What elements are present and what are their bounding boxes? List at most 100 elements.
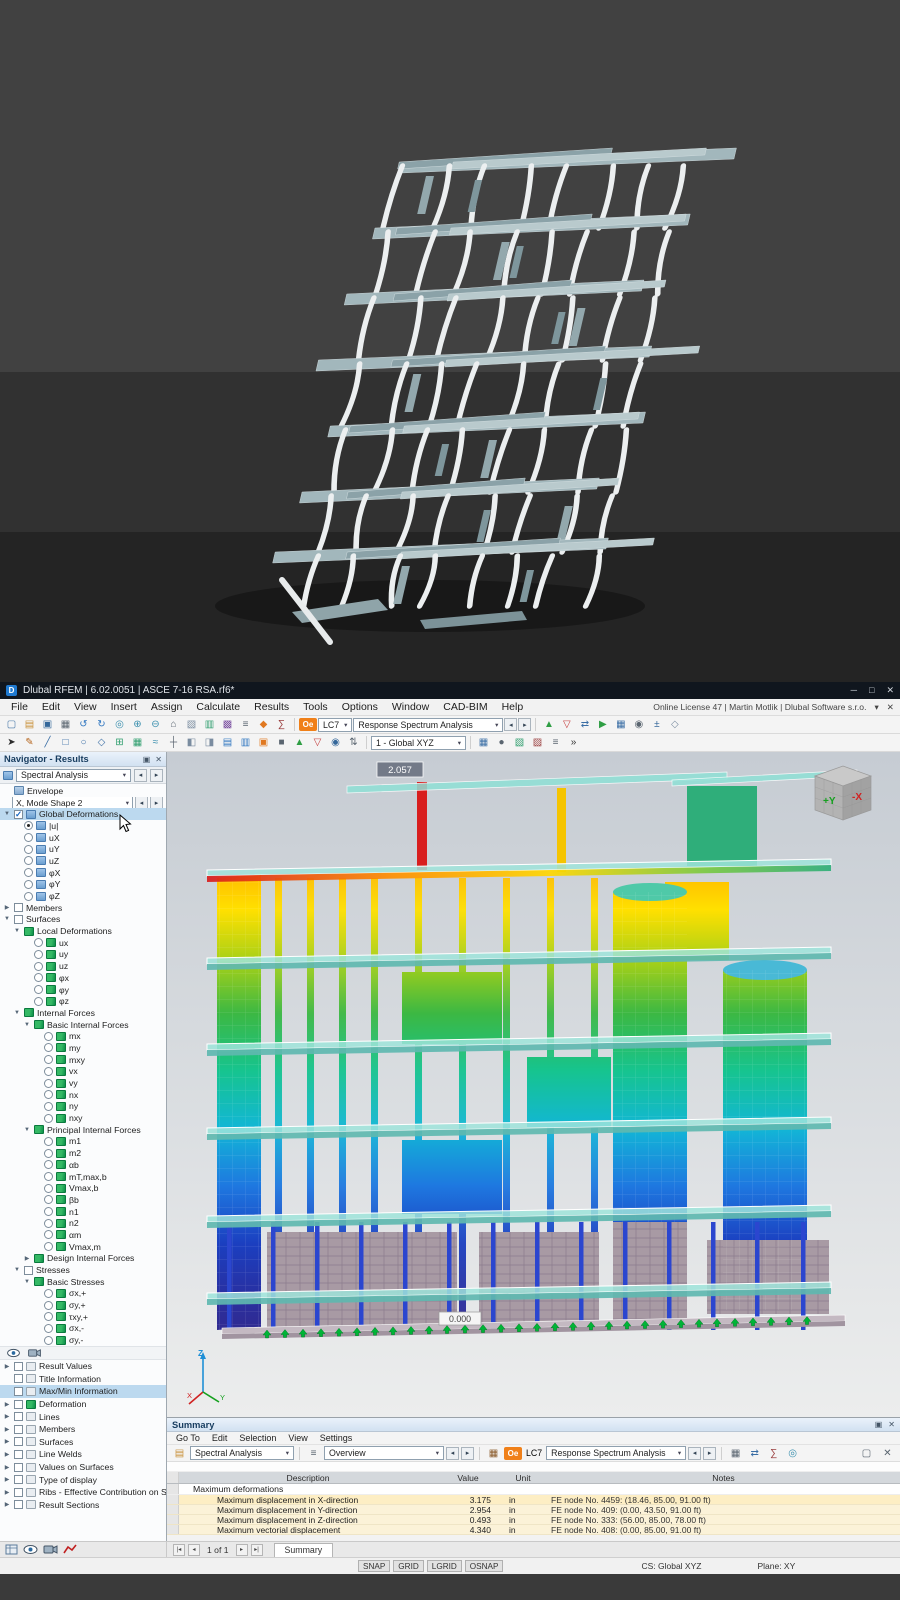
radio-button[interactable]	[24, 868, 33, 878]
radio-button[interactable]	[24, 879, 33, 889]
radio-button[interactable]	[44, 1312, 53, 1322]
tree-item-my[interactable]: my	[0, 1042, 166, 1054]
expand-icon[interactable]: ▶	[3, 1464, 11, 1471]
tree-item-mx[interactable]: mx	[0, 1030, 166, 1042]
radio-button[interactable]	[44, 1172, 53, 1182]
tree-item-m2[interactable]: m2	[0, 1147, 166, 1159]
insert-node-icon[interactable]: ⊞	[111, 735, 128, 750]
tree-item-vmax-m[interactable]: Vmax,m	[0, 1241, 166, 1253]
tables-icon[interactable]: ▥	[201, 717, 218, 732]
radio-button[interactable]	[34, 938, 43, 948]
summary-menu-selection[interactable]: Selection	[234, 1433, 281, 1443]
more-icon[interactable]: »	[565, 735, 582, 750]
summary-menu-edit[interactable]: Edit	[207, 1433, 233, 1443]
tree-item-basic-internal-forces[interactable]: ▼ Basic Internal Forces	[0, 1019, 166, 1031]
result-type-combo[interactable]: Spectral Analysis ▾	[16, 768, 131, 782]
zoom-in-icon[interactable]: ⊕	[129, 717, 146, 732]
tree-item-type-of-display[interactable]: ▶ Type of display	[0, 1473, 166, 1486]
radio-button[interactable]	[44, 1055, 53, 1065]
menubar-close-icon[interactable]: ✕	[887, 702, 894, 713]
tree-item--y-[interactable]: σy,-	[0, 1334, 166, 1346]
envelope-color-icon[interactable]: ▦	[485, 1446, 502, 1461]
new-model-icon[interactable]: ▢	[3, 717, 20, 732]
summary-analysis-combo[interactable]: Spectral Analysis ▾	[190, 1446, 294, 1460]
tree-item-principal-internal-forces[interactable]: ▼ Principal Internal Forces	[0, 1124, 166, 1136]
views-camera-icon[interactable]	[43, 1544, 58, 1555]
checkbox[interactable]	[14, 1449, 23, 1459]
tree-item-ny[interactable]: ny	[0, 1101, 166, 1113]
menu-view[interactable]: View	[67, 700, 104, 714]
menu-window[interactable]: Window	[385, 700, 436, 714]
summary-menu-goto[interactable]: Go To	[171, 1433, 205, 1443]
render-mode-icon[interactable]: ▧	[183, 717, 200, 732]
checkbox[interactable]	[24, 1265, 33, 1275]
workplane-yz-icon[interactable]: ◨	[201, 735, 218, 750]
radio-button[interactable]	[44, 1242, 53, 1252]
tree-item-m1[interactable]: m1	[0, 1136, 166, 1148]
radio-button[interactable]	[44, 1066, 53, 1076]
first-page-button[interactable]: |◂	[173, 1543, 185, 1556]
draw-circle-icon[interactable]: ○	[75, 735, 92, 750]
checkbox[interactable]	[14, 1399, 23, 1409]
radio-button[interactable]	[34, 973, 43, 983]
summary-lc-combo[interactable]: Response Spectrum Analysis ▾	[546, 1446, 687, 1460]
tree-item-vy[interactable]: vy	[0, 1077, 166, 1089]
tree-item-mxy[interactable]: mxy	[0, 1054, 166, 1066]
summary-next-button[interactable]: ▸	[461, 1446, 474, 1460]
tree-item-uy[interactable]: uY	[0, 843, 166, 855]
radio-button[interactable]	[44, 1078, 53, 1088]
close-table-icon[interactable]: ✕	[879, 1446, 896, 1461]
tree-item--u-[interactable]: |u|	[0, 820, 166, 832]
next-result-button[interactable]: ▸	[150, 768, 163, 782]
checkbox[interactable]	[14, 1424, 23, 1434]
checkbox[interactable]	[14, 1475, 23, 1485]
tree-item-uy[interactable]: uy	[0, 949, 166, 961]
solid-view-icon[interactable]: ■	[273, 735, 290, 750]
data-tab-icon[interactable]	[5, 1544, 18, 1555]
expand-icon[interactable]: ▶	[3, 1413, 11, 1420]
radio-button[interactable]	[34, 985, 43, 995]
expand-icon[interactable]: ▶	[3, 1501, 11, 1508]
lists-icon[interactable]: ≡	[237, 717, 254, 732]
summary-prev-button[interactable]: ◂	[446, 1446, 459, 1460]
grid-icon[interactable]: ┼	[165, 735, 182, 750]
zoom-out-icon[interactable]: ⊖	[147, 717, 164, 732]
status-toggle-snap[interactable]: SNAP	[358, 1560, 391, 1572]
radio-button[interactable]	[34, 996, 43, 1006]
tree-item-local-deformations[interactable]: ▼ Local Deformations	[0, 925, 166, 937]
view-y-icon[interactable]: ▥	[237, 735, 254, 750]
measure-icon[interactable]: ▨	[529, 735, 546, 750]
snap-icon[interactable]: ≈	[147, 735, 164, 750]
radio-button[interactable]	[44, 1183, 53, 1193]
coordinate-system-indicator[interactable]: CS: Global XYZ	[641, 1561, 701, 1571]
radio-button[interactable]	[34, 961, 43, 971]
expand-icon[interactable]: ▼	[13, 928, 21, 934]
tree-item-nx[interactable]: nx	[0, 1089, 166, 1101]
tree-item--z[interactable]: φZ	[0, 890, 166, 902]
radio-button[interactable]	[44, 1160, 53, 1170]
expand-icon[interactable]: ▼	[13, 1010, 21, 1016]
help-icon[interactable]: ◇	[666, 717, 683, 732]
sum-icon[interactable]: ∑	[765, 1446, 782, 1461]
radio-button[interactable]	[24, 856, 33, 866]
expand-icon[interactable]: ▼	[23, 1022, 31, 1028]
printout-report-icon[interactable]: ▦	[612, 717, 629, 732]
menu-assign[interactable]: Assign	[144, 700, 190, 714]
tree-item-line-welds[interactable]: ▶ Line Welds	[0, 1448, 166, 1461]
status-toggle-osnap[interactable]: OSNAP	[464, 1560, 504, 1572]
status-toggle-grid[interactable]: GRID	[393, 1560, 424, 1572]
tree-item-values-on-surfaces[interactable]: ▶ Values on Surfaces	[0, 1461, 166, 1474]
navigator-toggle-icon[interactable]: ▩	[219, 717, 236, 732]
hide-results-icon[interactable]: ▽	[558, 717, 575, 732]
visibility-icon[interactable]: ◉	[327, 735, 344, 750]
export-icon[interactable]: ⇄	[746, 1446, 763, 1461]
table-row[interactable]: Maximum displacement in Y-direction 2.954…	[167, 1505, 900, 1515]
radio-button[interactable]	[24, 844, 33, 854]
checkbox[interactable]	[14, 1386, 23, 1396]
radio-button[interactable]	[44, 1031, 53, 1041]
radio-button[interactable]	[44, 1195, 53, 1205]
mode-shape-selector[interactable]: X, Mode Shape 2 ▾	[12, 796, 133, 809]
menu-file[interactable]: File	[4, 700, 35, 714]
tree-item-vmax-b[interactable]: Vmax,b	[0, 1182, 166, 1194]
tree-item-n2[interactable]: n2	[0, 1217, 166, 1229]
